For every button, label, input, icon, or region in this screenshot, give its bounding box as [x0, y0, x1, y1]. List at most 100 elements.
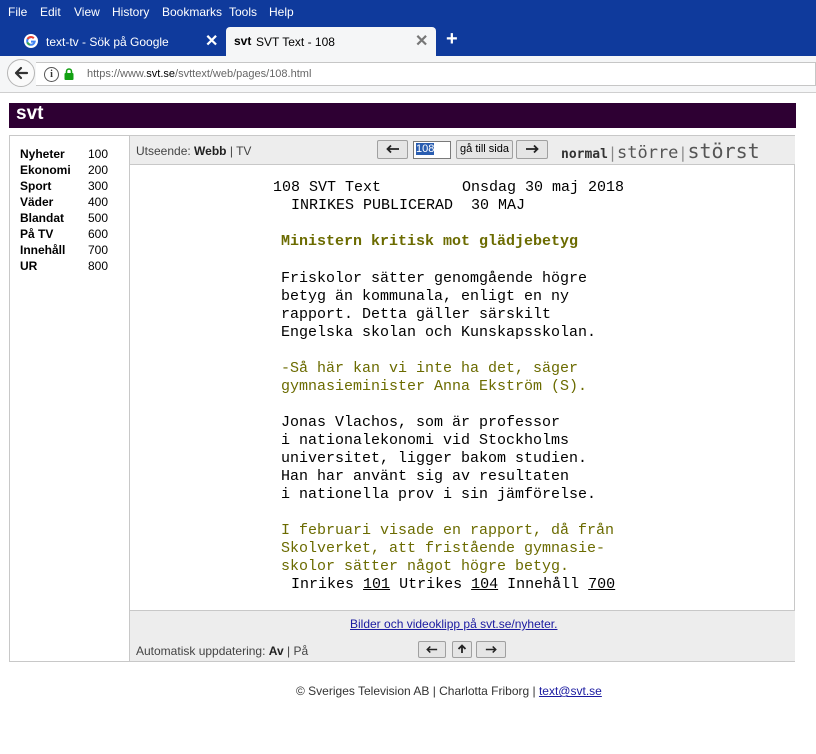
- sidebar-item-label: Blandat: [20, 211, 65, 225]
- arrow-left-icon: [426, 645, 438, 654]
- link-page-104[interactable]: 104: [471, 576, 498, 593]
- tab-google-search[interactable]: text-tv - Sök på Google ✕: [0, 27, 224, 56]
- menu-history[interactable]: History: [112, 5, 149, 19]
- separator: |: [607, 144, 617, 162]
- appearance-tv[interactable]: TV: [236, 144, 251, 158]
- teletext-section: INRIKES PUBLICERAD 30 MAJ: [291, 197, 526, 214]
- arrow-left-icon: [385, 144, 399, 154]
- url-domain: svt.se: [146, 68, 176, 80]
- nav-label: Utrikes: [399, 576, 463, 593]
- close-tab-icon[interactable]: ✕: [415, 31, 428, 51]
- footer-email-link[interactable]: text@svt.se: [539, 684, 602, 698]
- article-line: Friskolor sätter genomgående högre: [281, 270, 588, 287]
- sidebar-item-label: Nyheter: [20, 147, 65, 161]
- article-highlight-line: I februari visade en rapport, då från: [281, 522, 615, 539]
- info-icon[interactable]: i: [44, 67, 59, 82]
- teletext-page: 108 SVT Text Onsdag 30 maj 2018 INRIKES …: [130, 165, 795, 609]
- size-larger[interactable]: större: [617, 143, 678, 163]
- separator: |: [287, 644, 291, 658]
- sidebar-item-page: 200: [88, 163, 109, 177]
- link-page-101[interactable]: 101: [363, 576, 390, 593]
- menu-help[interactable]: Help: [269, 5, 294, 19]
- sidebar-item-page: 300: [88, 179, 109, 193]
- auto-update-label: Automatisk uppdatering:: [136, 644, 266, 658]
- link-page-700[interactable]: 700: [588, 576, 615, 593]
- separator: |: [229, 144, 233, 158]
- url-prefix: https://www.: [87, 68, 147, 80]
- menu-view[interactable]: View: [74, 5, 100, 19]
- lock-icon: [64, 68, 74, 80]
- article-line: i nationalekonomi vid Stockholms: [281, 432, 570, 449]
- menu-bar: File Edit View History Bookmarks Tools H…: [0, 0, 816, 24]
- prev-page-button[interactable]: [418, 641, 446, 658]
- appearance-switch: Utseende: Webb | TV: [136, 144, 251, 158]
- sidebar-item-page: 100: [88, 147, 109, 161]
- svt-header-bar: svt: [9, 103, 796, 128]
- page-number-input[interactable]: 108: [413, 141, 451, 159]
- article-line: rapport. Detta gäller särskilt: [281, 306, 552, 323]
- menu-bookmarks[interactable]: Bookmarks: [162, 5, 222, 19]
- article-line: Engelska skolan och Kunskapsskolan.: [281, 324, 597, 341]
- up-page-button[interactable]: [452, 641, 472, 658]
- auto-update-on[interactable]: På: [293, 644, 308, 658]
- sidebar-item-page: 400: [88, 195, 109, 209]
- new-tab-button[interactable]: +: [446, 28, 458, 51]
- auto-update-switch: Automatisk uppdatering: Av | På: [136, 644, 308, 658]
- top-controls: Utseende: Webb | TV 108 gå till sida nor…: [130, 136, 795, 165]
- sidebar-item-label: Sport: [20, 179, 52, 193]
- arrow-right-icon: [485, 645, 497, 654]
- sidebar-item-page: 800: [88, 259, 109, 273]
- appearance-webb[interactable]: Webb: [194, 144, 226, 158]
- footer-text: © Sveriges Television AB | Charlotta Fri…: [296, 684, 539, 698]
- menu-edit[interactable]: Edit: [40, 5, 61, 19]
- size-normal[interactable]: normal: [561, 147, 608, 162]
- tab-title: SVT Text - 108: [256, 35, 335, 49]
- article-highlight-line: Skolverket, att fristående gymnasie-: [281, 540, 606, 557]
- menu-file[interactable]: File: [8, 5, 27, 19]
- text-size-switch: normal|större|störst: [561, 139, 760, 163]
- article-line: Han har använt sig av resultaten: [281, 468, 570, 485]
- navigation-bar: i https://www.svt.se/svttext/web/pages/1…: [0, 56, 816, 93]
- browser-chrome: File Edit View History Bookmarks Tools H…: [0, 0, 816, 93]
- tab-svt-text[interactable]: svt SVT Text - 108 ✕: [226, 27, 436, 56]
- arrow-right-icon: [526, 144, 539, 154]
- nav-label: Innehåll: [507, 576, 580, 593]
- article-line: universitet, ligger bakom studien.: [281, 450, 588, 467]
- article-quote-line: -Så här kan vi inte ha det, säger: [281, 360, 579, 377]
- nav-label: Inrikes: [291, 576, 355, 593]
- close-tab-icon[interactable]: ✕: [205, 31, 218, 51]
- next-page-button[interactable]: [476, 641, 506, 658]
- prev-page-button[interactable]: [377, 140, 408, 159]
- tab-title: text-tv - Sök på Google: [46, 35, 169, 49]
- back-button[interactable]: [7, 59, 35, 87]
- size-largest[interactable]: störst: [687, 139, 759, 163]
- media-link[interactable]: Bilder och videoklipp på svt.se/nyheter.: [350, 617, 557, 631]
- sidebar-item-page: 700: [88, 243, 109, 257]
- svt-icon: svt: [234, 34, 252, 48]
- auto-update-off[interactable]: Av: [269, 644, 284, 658]
- page-number-value: 108: [416, 143, 435, 155]
- goto-page-button[interactable]: gå till sida: [456, 140, 513, 159]
- sidebar-item-page: 600: [88, 227, 109, 241]
- next-page-button[interactable]: [516, 140, 548, 159]
- url-bar[interactable]: i https://www.svt.se/svttext/web/pages/1…: [36, 62, 816, 86]
- media-link-bar: Bilder och videoklipp på svt.se/nyheter.: [130, 610, 795, 639]
- menu-tools[interactable]: Tools: [229, 5, 257, 19]
- footer: © Sveriges Television AB | Charlotta Fri…: [296, 684, 602, 698]
- sidebar-item-label: Ekonomi: [20, 163, 71, 177]
- sidebar: Nyheter 100 Ekonomi 200 Sport 300 Väder 400 …: [10, 136, 130, 661]
- sidebar-item-label: UR: [20, 259, 38, 273]
- sidebar-item-label: På TV: [20, 227, 54, 241]
- article-highlight-line: skolor sätter något högre betyg.: [281, 558, 570, 575]
- article-line: Jonas Vlachos, som är professor: [281, 414, 561, 431]
- appearance-label: Utseende:: [136, 144, 191, 158]
- svt-logo[interactable]: svt: [16, 103, 43, 125]
- teletext-header: 108 SVT Text Onsdag 30 maj 2018: [273, 179, 625, 196]
- bottom-controls: Automatisk uppdatering: Av | På: [130, 638, 795, 661]
- arrow-up-icon: [457, 644, 467, 653]
- sidebar-item-label: Innehåll: [20, 243, 66, 257]
- url-path: /svttext/web/pages/108.html: [175, 68, 312, 80]
- article-line: betyg än kommunala, enligt en ny: [281, 288, 570, 305]
- article-quote-line: gymnasieminister Anna Ekström (S).: [281, 378, 588, 395]
- url-text[interactable]: https://www.svt.se/svttext/web/pages/108…: [87, 68, 311, 80]
